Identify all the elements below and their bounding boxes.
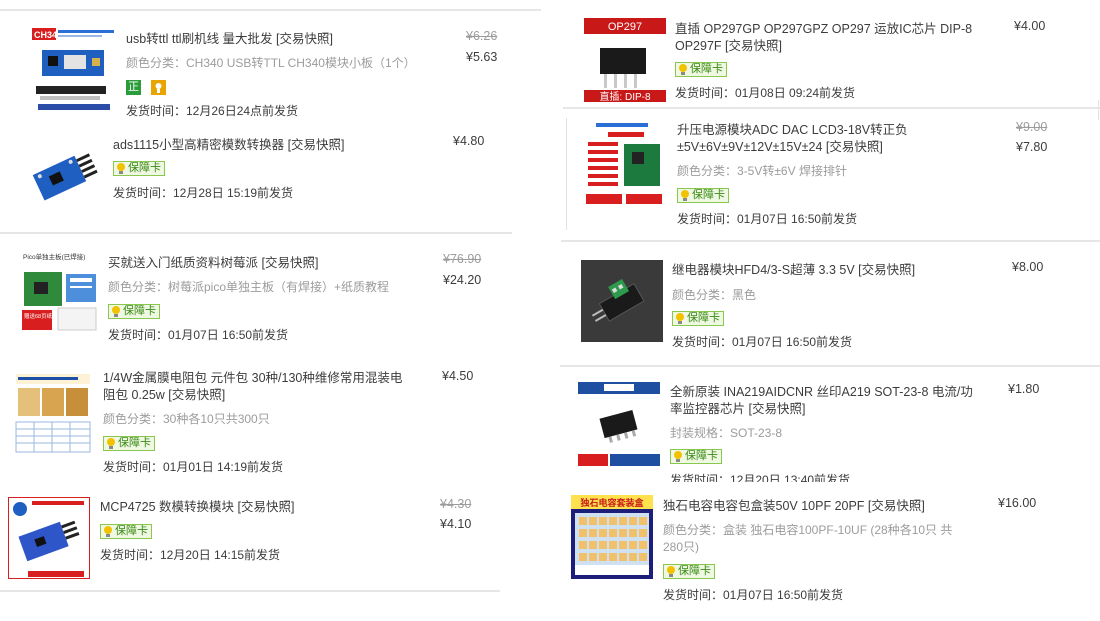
product-title[interactable]: 买就送入门纸质资料树莓派 [交易快照] [108,255,408,272]
original-price: ¥9.00 [1016,120,1048,134]
shipping-time: 发货时间：12月26日24点前发货 [126,104,299,118]
guarantee-card-label: 保障卡 [115,525,148,537]
product-thumbnail[interactable] [582,118,666,208]
price: ¥4.10 [440,517,472,531]
column-rule [1098,100,1099,120]
price: ¥4.80 [453,134,485,148]
original-price: ¥4.30 [440,497,472,511]
lightbulb-icon [104,526,112,537]
shipping-time: 发货时间：01月01日 14:19前发货 [103,460,284,474]
thumbnail-text: 独石电容套装盒 [579,497,644,508]
product-thumbnail[interactable] [12,372,94,454]
guarantee-card-badge[interactable]: 保障卡 [108,304,160,319]
shipping-time: 发货时间：01月07日 16:50前发货 [672,335,853,349]
shipping-time: 发货时间：12月28日 15:19前发货 [113,186,294,200]
price: ¥5.63 [466,50,498,64]
lightbulb-icon [107,438,115,449]
product-row-clip: 全新原装 INA219AIDCNR 丝印A219 SOT-23-8 电流/功率监… [560,370,1100,482]
divider [563,107,1100,109]
guarantee-card-badge[interactable]: 保障卡 [670,449,722,464]
product-thumbnail[interactable]: CH340 [32,28,116,112]
product-title[interactable]: 独石电容电容包盒装50V 10PF 20PF [交易快照] [663,498,968,515]
original-price: ¥6.26 [466,29,498,43]
thumbnail-text: OP297 [608,21,642,33]
guarantee-card-label: 保障卡 [687,312,720,324]
price: ¥8.00 [1012,260,1044,274]
product-title[interactable]: ads1115小型高精密模数转换器 [交易快照] [113,137,413,154]
product-title[interactable]: 直插 OP297GP OP297GPZ OP297 运放IC芯片 DIP-8 O… [675,21,980,55]
price: ¥16.00 [998,496,1037,510]
product-thumbnail[interactable] [581,260,663,342]
guarantee-card-label: 保障卡 [685,450,718,462]
product-title[interactable]: 升压电源模块ADC DAC LCD3-18V转正负±5V±6V±9V±12V±1… [677,122,982,156]
lightbulb-icon [676,313,684,324]
guarantee-card-badge[interactable]: 保障卡 [672,311,724,326]
product-thumbnail[interactable] [24,136,104,216]
lightbulb-icon [117,163,125,174]
divider [0,590,500,592]
shipping-time: 发货时间：12月20日 14:15前发货 [100,548,281,562]
price: ¥1.80 [1008,382,1040,396]
shipping-time: 发货时间：01月07日 16:50前发货 [108,328,289,342]
thumbnail-caption: Pico单独主板(已焊接) [23,252,85,261]
product-sku: 颜色分类：30种各10只共300只 [103,412,270,426]
product-thumbnail[interactable]: OP297 直插: DIP-8 [584,18,666,102]
guarantee-card-label: 保障卡 [678,565,711,577]
lightbulb-icon [681,190,689,201]
price: ¥4.50 [442,369,474,383]
shipping-time: 发货时间：01月07日 16:50前发货 [677,212,858,226]
guarantee-card-label: 保障卡 [118,437,151,449]
guarantee-card-badge[interactable]: 保障卡 [100,524,152,539]
lightbulb-icon [112,306,120,317]
guarantee-card-label: 保障卡 [692,189,725,201]
thumbnail-text: CH340 [34,30,62,40]
product-sku: 颜色分类：CH340 USB转TTL CH340模块小板（1个） [126,56,416,70]
guarantee-card-badge[interactable]: 保障卡 [103,436,155,451]
lightbulb-icon [674,451,682,462]
shipping-time: 发货时间：01月08日 09:24前发货 [675,86,856,100]
divider [0,232,512,234]
product-sku: 封装规格：SOT-23-8 [670,426,783,440]
product-thumbnail[interactable]: 独石电容套装盒 [571,495,653,579]
price: ¥7.80 [1016,140,1048,154]
product-sku: 颜色分类：3-5V转±6V 焊接排针 [677,164,847,178]
product-title[interactable]: MCP4725 数模转换模块 [交易快照] [100,499,400,516]
product-title[interactable]: 继电器模块HFD4/3-S超薄 3.3 5V [交易快照] [672,262,977,279]
divider [561,240,1100,242]
product-title[interactable]: 全新原装 INA219AIDCNR 丝印A219 SOT-23-8 电流/功率监… [670,384,975,418]
divider [560,365,1100,367]
product-thumbnail[interactable] [8,497,90,579]
product-thumbnail[interactable]: Pico单独主板(已焊接) 赠送68页纸质教程 [18,250,100,332]
price: ¥24.20 [443,273,482,287]
divider [0,9,541,11]
guarantee-card-label: 保障卡 [128,162,161,174]
guarantee-card-badge[interactable]: 保障卡 [675,62,727,77]
price: ¥4.00 [1014,19,1046,33]
service-tag-icon[interactable] [151,80,166,95]
guarantee-card-label: 保障卡 [690,63,723,75]
lightbulb-icon [667,566,675,577]
product-sku: 颜色分类：树莓派pico单独主板（有焊接）+纸质教程 [108,280,390,294]
shipping-time: 发货时间：01月07日 16:50前发货 [663,588,844,602]
product-sku: 颜色分类：盒装 独石电容100PF-10UF (28种各10只 共280只) [663,523,953,554]
product-sku: 颜色分类：黑色 [672,288,757,302]
original-price: ¥76.90 [443,252,482,266]
product-thumbnail[interactable] [578,382,660,466]
guarantee-card-badge[interactable]: 保障卡 [663,564,715,579]
product-title[interactable]: usb转ttl ttl刷机线 量大批发 [交易快照] [126,31,426,48]
lightbulb-icon [679,64,687,75]
guarantee-card-badge[interactable]: 保障卡 [113,161,165,176]
guarantee-card-label: 保障卡 [123,305,156,317]
column-rule [566,118,567,230]
guarantee-card-badge[interactable]: 保障卡 [677,188,729,203]
shipping-time: 发货时间：12月20日 13:40前发货 [670,473,851,482]
product-title[interactable]: 1/4W金属膜电阻包 元件包 30种/130种维修常用混装电阻包 0.25w [… [103,370,403,404]
genuine-tag[interactable]: 正 [126,80,141,95]
thumbnail-caption: 直插: DIP-8 [599,90,651,102]
